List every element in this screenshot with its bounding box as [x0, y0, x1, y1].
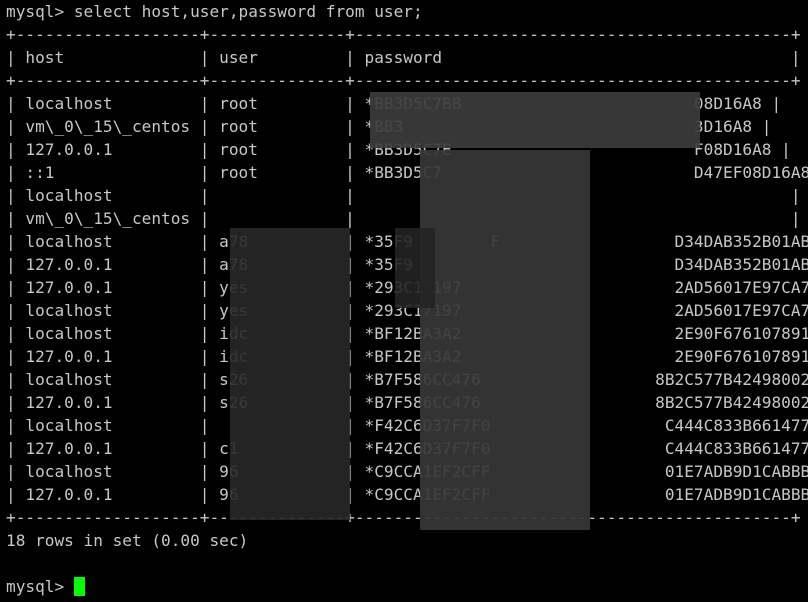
result-summary: 18 rows in set (0.00 sec)	[6, 531, 249, 550]
table-row: | localhost | s26 | *B7F586CC476 8B2C577…	[6, 370, 808, 389]
table-border-header: +-------------------+--------------+----…	[6, 71, 801, 90]
prompt-label: mysql>	[6, 577, 74, 596]
prompt-label: mysql>	[6, 2, 74, 21]
table-row: | 127.0.0.1 | idc | *BF12BA3A2 2E90F6761…	[6, 347, 808, 366]
terminal-window[interactable]: mysql> select host,user,password from us…	[0, 0, 808, 602]
table-row: | localhost | yes | *293C17197 2AD56017E…	[6, 301, 808, 320]
table-row: | 127.0.0.1 | c1 | *F42C6D37F7F0 C444C83…	[6, 439, 808, 458]
table-row: | localhost | | *F42C6D37F7F0 C444C833B6…	[6, 416, 808, 435]
table-row: | localhost | | |	[6, 186, 801, 205]
table-row: | 127.0.0.1 | 96 | *C9CCA1EF2CFF 01E7ADB…	[6, 485, 808, 504]
table-body: | localhost | root | *BB3D5C7BB 08D16A8 …	[6, 92, 808, 506]
table-border-bottom: +-------------------+--------------+----…	[6, 508, 801, 527]
table-row: | vm\_0\_15\_centos | root | *BB3 3D16A8…	[6, 117, 772, 136]
table-row: | 127.0.0.1 | s26 | *B7F586CC476 8B2C577…	[6, 393, 808, 412]
table-row: | 127.0.0.1 | yes | *293C17197 2AD56017E…	[6, 278, 808, 297]
table-row: | 127.0.0.1 | a78 | *35F9 D34DAB352B01AB…	[6, 255, 808, 274]
text-cursor	[73, 577, 85, 596]
table-row: | localhost | root | *BB3D5C7BB 08D16A8 …	[6, 94, 782, 113]
table-row: | ::1 | root | *BB3D5C7 D47EF08D16A8 |	[6, 163, 808, 182]
table-header-row: | host | user | password |	[6, 48, 801, 67]
input-line[interactable]: mysql>	[6, 575, 808, 598]
table-row: | localhost | a78 | *35F9 F D34DAB352B01…	[6, 232, 808, 251]
table-border-top: +-------------------+--------------+----…	[6, 25, 801, 44]
command-line: mysql> select host,user,password from us…	[6, 0, 808, 23]
table-row: | localhost | idc | *BF12BA3A2 2E90F6761…	[6, 324, 808, 343]
table-row: | localhost | 96 | *C9CCA1EF2CFF 01E7ADB…	[6, 462, 808, 481]
table-row: | 127.0.0.1 | root | *BB3D5C7E F08D16A8 …	[6, 140, 791, 159]
table-row: | vm\_0\_15\_centos | | |	[6, 209, 801, 228]
query-text: select host,user,password from user;	[73, 2, 423, 21]
